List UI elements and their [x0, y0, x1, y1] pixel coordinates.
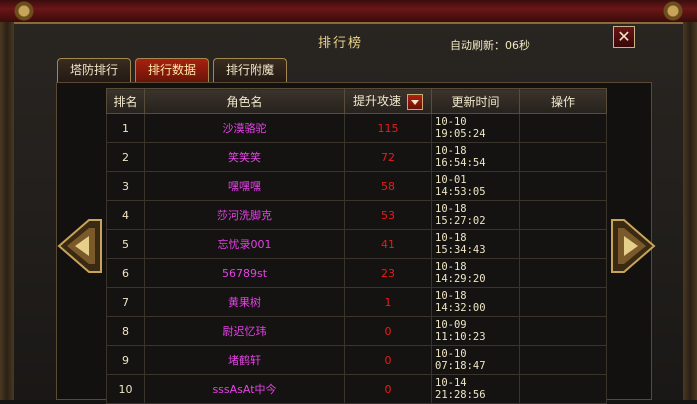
header-value-label: 提升攻速	[352, 94, 401, 109]
attack-speed-cell: 115	[344, 113, 432, 143]
action-cell	[519, 200, 607, 230]
attack-speed-cell: 53	[344, 200, 432, 230]
table-row[interactable]: 9 堵鹤轩 0 10-10 07:18:47	[106, 345, 607, 375]
attack-speed-cell: 41	[344, 229, 432, 259]
action-cell	[519, 171, 607, 201]
rank-cell: 8	[106, 316, 145, 346]
table-row[interactable]: 8 尉迟忆玮 0 10-09 11:10:23	[106, 316, 607, 346]
character-name-cell: 56789st	[144, 258, 345, 288]
table-row[interactable]: 6 56789st 23 10-18 14:29:20	[106, 258, 607, 288]
table-row[interactable]: 7 黄果树 1 10-18 14:32:00	[106, 287, 607, 317]
attack-speed-cell: 0	[344, 374, 432, 404]
action-cell	[519, 316, 607, 346]
close-button[interactable]: ✕	[613, 26, 635, 48]
update-time-cell: 10-10 19:05:24	[431, 113, 520, 143]
update-time-cell: 10-14 21:28:56	[431, 374, 520, 404]
header-action: 操作	[519, 88, 607, 114]
character-name-cell: 堵鹤轩	[144, 345, 345, 375]
table-row[interactable]: 5 忘忧录001 41 10-18 15:34:43	[106, 229, 607, 259]
rank-cell: 2	[106, 142, 145, 172]
rank-cell: 3	[106, 171, 145, 201]
rank-cell: 6	[106, 258, 145, 288]
header-time: 更新时间	[431, 88, 520, 114]
ranking-table: 排名 角色名 提升攻速 更新时间 操作 1 沙漠骆驼 115 10-10 19:05:…	[106, 88, 607, 404]
header-value[interactable]: 提升攻速	[344, 88, 432, 114]
update-time-cell: 10-18 14:29:20	[431, 258, 520, 288]
attack-speed-cell: 23	[344, 258, 432, 288]
table-row[interactable]: 10 sssAsAt中今 0 10-14 21:28:56	[106, 374, 607, 404]
action-cell	[519, 345, 607, 375]
table-row[interactable]: 2 笑笑笑 72 10-18 16:54:54	[106, 142, 607, 172]
character-name-cell: 沙漠骆驼	[144, 113, 345, 143]
table-row[interactable]: 3 嘿嘿嘿 58 10-01 14:53:05	[106, 171, 607, 201]
corner-ornament-icon	[4, 0, 44, 22]
tab-tower-defense-rank[interactable]: 塔防排行	[57, 58, 131, 82]
left-arrow-icon	[57, 219, 102, 273]
rank-cell: 9	[106, 345, 145, 375]
ranking-window: 排行榜 自动刷新：06秒 ✕ 塔防排行 排行数据 排行附魔 排名 角色名 提升攻…	[0, 0, 697, 404]
action-cell	[519, 258, 607, 288]
character-name-cell: 莎河洗脚克	[144, 200, 345, 230]
table-row[interactable]: 1 沙漠骆驼 115 10-10 19:05:24	[106, 113, 607, 143]
update-time-cell: 10-10 07:18:47	[431, 345, 520, 375]
attack-speed-cell: 0	[344, 345, 432, 375]
action-cell	[519, 142, 607, 172]
update-time-cell: 10-18 15:27:02	[431, 200, 520, 230]
left-frame-bar	[0, 22, 14, 400]
next-page-button[interactable]	[610, 218, 656, 274]
right-arrow-icon	[611, 219, 656, 273]
header-name: 角色名	[144, 88, 345, 114]
attack-speed-cell: 58	[344, 171, 432, 201]
window-title: 排行榜	[318, 36, 364, 51]
attack-speed-cell: 1	[344, 287, 432, 317]
character-name-cell: 黄果树	[144, 287, 345, 317]
rank-cell: 4	[106, 200, 145, 230]
attack-speed-cell: 72	[344, 142, 432, 172]
update-time-cell: 10-18 16:54:54	[431, 142, 520, 172]
update-time-cell: 10-18 14:32:00	[431, 287, 520, 317]
corner-ornament-icon	[653, 0, 693, 22]
action-cell	[519, 113, 607, 143]
character-name-cell: 尉迟忆玮	[144, 316, 345, 346]
rank-cell: 5	[106, 229, 145, 259]
update-time-cell: 10-01 14:53:05	[431, 171, 520, 201]
action-cell	[519, 374, 607, 404]
character-name-cell: sssAsAt中今	[144, 374, 345, 404]
update-time-cell: 10-18 15:34:43	[431, 229, 520, 259]
action-cell	[519, 287, 607, 317]
table-row[interactable]: 4 莎河洗脚克 53 10-18 15:27:02	[106, 200, 607, 230]
character-name-cell: 笑笑笑	[144, 142, 345, 172]
prev-page-button[interactable]	[57, 218, 103, 274]
tab-rank-enchant[interactable]: 排行附魔	[213, 58, 287, 82]
window-top-border	[0, 0, 697, 24]
header-rank: 排名	[106, 88, 145, 114]
right-frame-bar	[683, 22, 697, 400]
update-time-cell: 10-09 11:10:23	[431, 316, 520, 346]
character-name-cell: 忘忧录001	[144, 229, 345, 259]
rank-cell: 1	[106, 113, 145, 143]
rank-cell: 7	[106, 287, 145, 317]
attack-speed-cell: 0	[344, 316, 432, 346]
sort-dropdown-icon[interactable]	[407, 93, 423, 110]
auto-refresh-countdown: 自动刷新：06秒	[450, 39, 530, 52]
character-name-cell: 嘿嘿嘿	[144, 171, 345, 201]
tab-rank-data[interactable]: 排行数据	[135, 58, 209, 82]
rank-cell: 10	[106, 374, 145, 404]
table-header-row: 排名 角色名 提升攻速 更新时间 操作	[106, 88, 607, 114]
action-cell	[519, 229, 607, 259]
close-icon: ✕	[617, 27, 631, 46]
